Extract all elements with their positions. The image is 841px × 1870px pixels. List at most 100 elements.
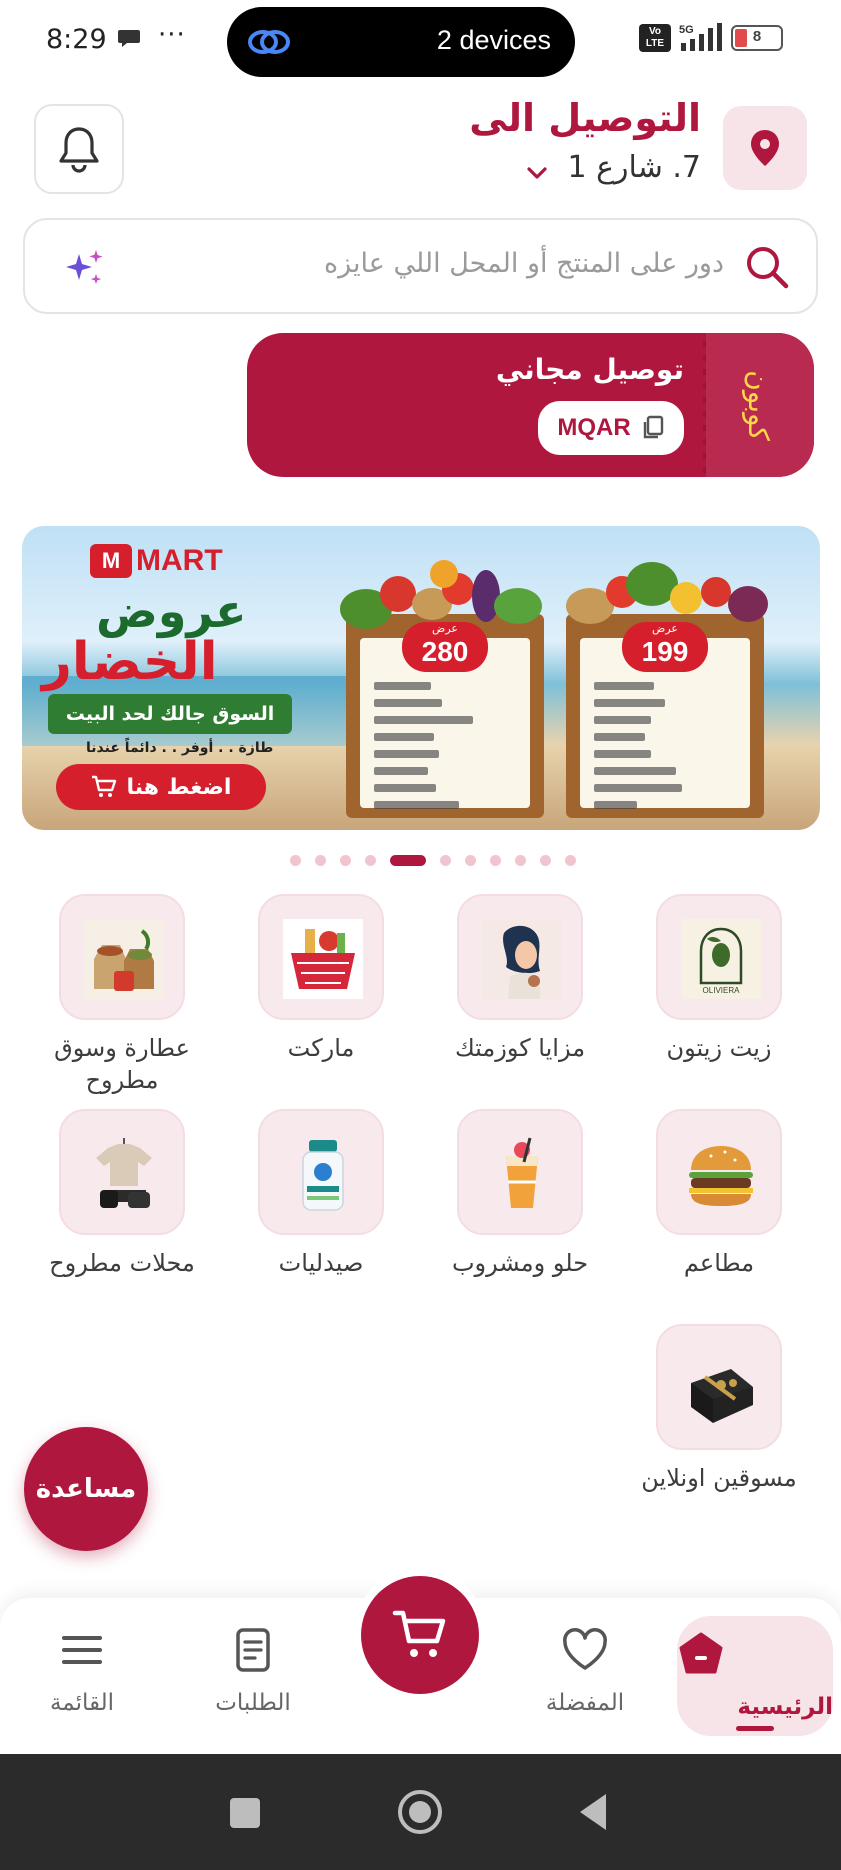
status-bar: 8:29 ··· 2 devices Vo LTE 5G 8 <box>0 0 841 84</box>
carousel-dot[interactable] <box>315 855 326 866</box>
category-tile <box>457 1109 583 1235</box>
search-input[interactable]: دور على المنتج أو المحل اللي عايزه <box>324 248 724 279</box>
category-restaurants[interactable]: مطاعم <box>629 1109 809 1279</box>
category-olive-oil[interactable]: OLIVIERA زيت زيتون <box>629 894 809 1064</box>
category-tile: OLIVIERA <box>656 894 782 1020</box>
notifications-button[interactable] <box>34 104 124 194</box>
coupon-side-label: كوبون <box>741 369 775 441</box>
medicine-bottle-icon <box>302 1140 344 1211</box>
active-indicator <box>736 1726 774 1731</box>
recent-apps-icon[interactable] <box>220 1788 268 1836</box>
banner-tagline: طازة . . أوفر . . دائماً عندنا <box>86 740 274 756</box>
copy-coupon-code-button[interactable]: MQAR <box>538 401 684 455</box>
bell-icon <box>59 127 99 173</box>
grocery-basket-icon <box>283 919 363 999</box>
carousel-dot[interactable] <box>290 855 301 866</box>
category-market[interactable]: ماركت <box>231 894 411 1064</box>
delivery-address[interactable]: 7. شارع 1 <box>568 150 701 185</box>
nav-menu-label: القائمة <box>49 1690 115 1716</box>
nav-favorites-label: المفضلة <box>545 1690 625 1716</box>
chat-notification-icon <box>118 30 140 47</box>
nav-home[interactable]: الرئيسية <box>677 1616 833 1736</box>
home-system-icon[interactable] <box>396 1788 444 1836</box>
ai-sparkle-icon[interactable] <box>63 246 107 290</box>
crate-offer-label: عرض <box>432 622 458 635</box>
signal-5g-icon: 5G <box>679 23 722 51</box>
carousel-dot-active[interactable] <box>390 855 426 866</box>
nav-orders[interactable]: الطلبات <box>178 1626 328 1716</box>
status-time: 8:29 <box>46 24 107 55</box>
deliver-to-label: التوصيل الى <box>469 96 701 140</box>
heart-icon <box>563 1628 607 1670</box>
connected-devices-pill[interactable]: 2 devices <box>227 7 575 77</box>
mart-m-mark: M <box>90 544 132 578</box>
price-crate: عرض 199 <box>566 562 768 818</box>
volte-icon: Vo LTE <box>639 24 671 52</box>
orders-list-icon <box>236 1628 270 1672</box>
home-icon <box>679 1632 723 1674</box>
gift-box-icon <box>691 1369 753 1423</box>
category-label: عطارة وسوق مطروح <box>54 1034 190 1094</box>
carousel-dot[interactable] <box>440 855 451 866</box>
category-sweets-drinks[interactable]: حلو ومشروب <box>430 1109 610 1279</box>
battery-icon: 8 <box>731 25 783 51</box>
banner-cta-button[interactable]: اضغط هنا <box>56 764 266 810</box>
drink-cup-icon <box>506 1137 538 1208</box>
category-tile <box>457 894 583 1020</box>
banner-cta-label: اضغط هنا <box>126 774 232 800</box>
carousel-dot[interactable] <box>515 855 526 866</box>
clothes-shop-icon <box>96 1138 152 1208</box>
category-online-sellers[interactable]: مسوقين اونلاين <box>629 1324 809 1494</box>
promo-banner[interactable]: M MART عروض الخضار السوق جالك لحد البيت … <box>22 526 820 830</box>
category-tile <box>258 894 384 1020</box>
banner-headline-vegetables: الخضار <box>42 632 218 692</box>
banner-headline-offers: عروض <box>96 584 247 638</box>
category-label: ماركت <box>287 1034 355 1062</box>
svg-text:OLIVIERA: OLIVIERA <box>703 986 741 995</box>
devices-count: 2 devices <box>436 25 551 55</box>
category-matrouh-shops[interactable]: محلات مطروح <box>32 1109 212 1279</box>
free-delivery-coupon[interactable]: كوبون توصيل مجاني MQAR <box>247 333 814 477</box>
more-notifications-icon: ··· <box>158 20 186 50</box>
crate-price: 199 <box>641 636 689 667</box>
crate-offer-label: عرض <box>652 622 678 635</box>
search-bar[interactable]: دور على المنتج أو المحل اللي عايزه <box>23 218 818 314</box>
burger-icon <box>689 1146 753 1206</box>
hamburger-menu-icon <box>62 1636 102 1664</box>
category-spices[interactable]: عطارة وسوق مطروح <box>32 894 212 1096</box>
crate-price-badge: عرض 199 <box>622 622 708 672</box>
category-tile <box>656 1324 782 1450</box>
coupon-code: MQAR <box>557 414 631 441</box>
category-label: محلات مطروح <box>49 1249 195 1277</box>
nav-favorites[interactable]: المفضلة <box>510 1626 660 1716</box>
vegetables-illustration <box>566 562 768 624</box>
category-label: زيت زيتون <box>666 1034 772 1062</box>
cart-button[interactable] <box>361 1576 479 1694</box>
category-label: مسوقين اونلاين <box>641 1464 797 1492</box>
crate-price: 280 <box>421 636 469 667</box>
carousel-dot[interactable] <box>365 855 376 866</box>
location-pin-icon <box>751 130 779 166</box>
system-status-icons: Vo LTE 5G 8 <box>639 22 783 54</box>
carousel-dot[interactable] <box>565 855 576 866</box>
category-label: مزايا كوزمتك <box>454 1034 586 1062</box>
chevron-down-icon[interactable] <box>524 160 550 186</box>
category-label: صيدليات <box>278 1249 364 1277</box>
carousel-dot[interactable] <box>490 855 501 866</box>
carousel-dot[interactable] <box>540 855 551 866</box>
carousel-pagination[interactable] <box>0 853 841 867</box>
help-button[interactable]: مساعدة <box>24 1427 148 1551</box>
nav-menu[interactable]: القائمة <box>7 1626 157 1716</box>
carousel-dot[interactable] <box>465 855 476 866</box>
copy-icon <box>643 415 663 439</box>
back-icon[interactable] <box>570 1788 618 1836</box>
category-cosmetics[interactable]: مزايا كوزمتك <box>430 894 610 1064</box>
category-tile <box>59 894 185 1020</box>
price-crate: عرض 280 <box>340 560 544 818</box>
olive-oil-logo-icon: OLIVIERA <box>681 919 761 999</box>
carousel-dot[interactable] <box>340 855 351 866</box>
battery-level: 8 <box>752 28 762 45</box>
category-label: مطاعم <box>683 1249 755 1277</box>
location-button[interactable] <box>723 106 807 190</box>
category-pharmacies[interactable]: صيدليات <box>231 1109 411 1279</box>
